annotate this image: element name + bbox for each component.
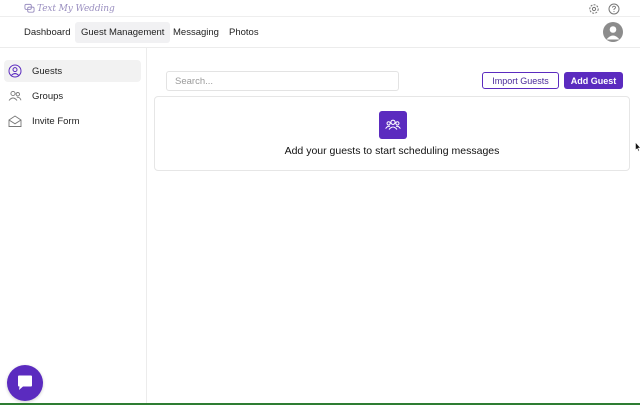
chat-bubble-icon bbox=[18, 375, 32, 390]
user-circle-icon bbox=[8, 64, 22, 78]
top-bar: Text My Wedding bbox=[0, 0, 640, 17]
tab-guest-management[interactable]: Guest Management bbox=[75, 22, 171, 43]
empty-state-message: Add your guests to start scheduling mess… bbox=[284, 145, 500, 157]
empty-state-card: Add your guests to start scheduling mess… bbox=[154, 96, 630, 171]
users-icon bbox=[8, 89, 22, 103]
gear-icon[interactable] bbox=[588, 2, 600, 14]
mouse-cursor-icon bbox=[635, 139, 640, 152]
help-icon[interactable] bbox=[608, 2, 620, 15]
guests-group-icon bbox=[379, 111, 407, 139]
sidebar-item-invite-form[interactable]: Invite Form bbox=[4, 110, 141, 132]
logo-icon bbox=[24, 3, 35, 13]
import-guests-button[interactable]: Import Guests bbox=[482, 72, 559, 89]
main-nav: Dashboard Guest Management Messaging Pho… bbox=[0, 17, 640, 48]
sidebar-item-groups[interactable]: Groups bbox=[4, 85, 141, 107]
sidebar-item-label: Groups bbox=[32, 90, 64, 102]
tab-dashboard[interactable]: Dashboard bbox=[18, 22, 76, 43]
chat-widget-button[interactable] bbox=[7, 365, 43, 401]
sidebar-item-guests[interactable]: Guests bbox=[4, 60, 141, 82]
avatar[interactable] bbox=[603, 22, 623, 42]
tab-photos[interactable]: Photos bbox=[223, 22, 265, 43]
logo-text: Text My Wedding bbox=[37, 3, 115, 14]
search-input[interactable] bbox=[166, 71, 399, 91]
app-logo[interactable]: Text My Wedding bbox=[24, 2, 115, 15]
tab-messaging[interactable]: Messaging bbox=[167, 22, 225, 43]
sidebar-item-label: Guests bbox=[32, 65, 63, 77]
add-guest-button[interactable]: Add Guest bbox=[564, 72, 623, 89]
sidebar: Guests Groups Invite Form bbox=[0, 48, 147, 405]
user-avatar-icon bbox=[606, 26, 620, 40]
envelope-open-icon bbox=[8, 114, 22, 128]
sidebar-item-label: Invite Form bbox=[32, 115, 80, 127]
